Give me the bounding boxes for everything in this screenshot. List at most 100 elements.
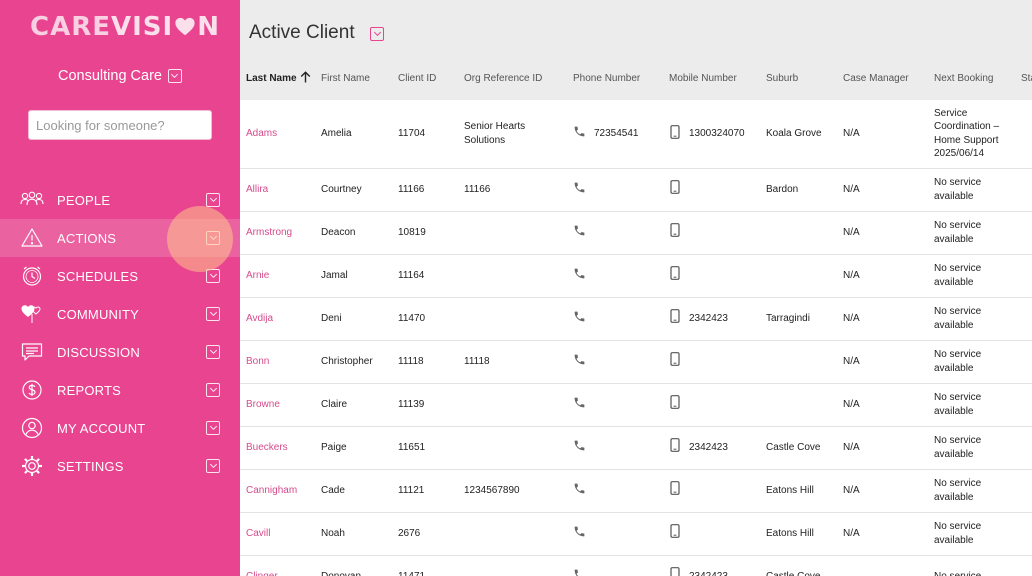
client-org-ref: Senior Hearts Solutions <box>458 100 567 169</box>
column-header-suburb[interactable]: Suburb <box>760 57 837 100</box>
column-header-last-name[interactable]: Last Name <box>240 57 315 100</box>
column-header-mobile[interactable]: Mobile Number <box>663 57 760 100</box>
table-row[interactable]: Armstrong Deacon 10819 N/A No service av… <box>240 211 1032 255</box>
client-status <box>1015 297 1032 341</box>
mobile-phone-icon[interactable] <box>669 352 681 371</box>
client-status <box>1015 211 1032 255</box>
menu-item-settings[interactable]: SETTINGS <box>0 447 240 485</box>
mobile-number-text: 1300324070 <box>689 128 745 139</box>
phone-icon[interactable] <box>573 525 586 543</box>
menu-item-discussion[interactable]: DISCUSSION <box>0 333 240 371</box>
column-header-phone[interactable]: Phone Number <box>567 57 663 100</box>
client-last-name-link[interactable]: Browne <box>240 383 315 427</box>
client-last-name-link[interactable]: Cannigham <box>240 469 315 513</box>
table-row[interactable]: Arnie Jamal 11164 N/A No service availab… <box>240 254 1032 298</box>
column-header-client-id[interactable]: Client ID <box>392 57 458 100</box>
client-last-name-link[interactable]: Cavill <box>240 512 315 556</box>
chevron-down-icon[interactable] <box>206 231 220 245</box>
client-case-manager: N/A <box>837 469 928 513</box>
search-input[interactable] <box>28 110 212 140</box>
menu-item-my-account[interactable]: MY ACCOUNT <box>0 409 240 447</box>
table-row[interactable]: Clinger Donovan 11471 2342423 Castle Cov… <box>240 555 1032 576</box>
chevron-down-icon[interactable] <box>206 459 220 473</box>
carevision-logo[interactable]: CAREVISI N <box>30 12 220 42</box>
menu-item-community[interactable]: COMMUNITY <box>0 295 240 333</box>
menu-item-reports[interactable]: REPORTS <box>0 371 240 409</box>
table-row[interactable]: Cavill Noah 2676 Eatons Hill N/A No serv… <box>240 512 1032 556</box>
chevron-down-icon[interactable] <box>206 193 220 207</box>
phone-icon[interactable] <box>573 353 586 371</box>
table-row[interactable]: Adams Amelia 11704 Senior Hearts Solutio… <box>240 100 1032 169</box>
table-row[interactable]: Bueckers Paige 11651 2342423 Castle Cove… <box>240 426 1032 470</box>
mobile-phone-icon[interactable] <box>669 524 681 543</box>
client-last-name-link[interactable]: Avdija <box>240 297 315 341</box>
client-org-ref <box>458 383 567 427</box>
client-id: 11470 <box>392 297 458 341</box>
client-id: 11166 <box>392 168 458 212</box>
client-last-name-link[interactable]: Arnie <box>240 254 315 298</box>
mobile-phone-icon[interactable] <box>669 266 681 285</box>
column-header-status[interactable]: Sta <box>1015 57 1032 100</box>
phone-icon[interactable] <box>573 482 586 500</box>
mobile-phone-icon[interactable] <box>669 438 681 457</box>
client-last-name-link[interactable]: Armstrong <box>240 211 315 255</box>
menu-item-schedules[interactable]: SCHEDULES <box>0 257 240 295</box>
phone-icon[interactable] <box>573 396 586 414</box>
column-header-case-manager[interactable]: Case Manager <box>837 57 928 100</box>
menu-label-settings: SETTINGS <box>57 458 124 474</box>
column-header-org-ref[interactable]: Org Reference ID <box>458 57 567 100</box>
mobile-phone-icon[interactable] <box>669 223 681 242</box>
chevron-down-icon[interactable] <box>206 421 220 435</box>
gear-icon <box>20 454 44 478</box>
mobile-phone-icon[interactable] <box>669 309 681 328</box>
phone-icon[interactable] <box>573 224 586 242</box>
client-id: 11121 <box>392 469 458 513</box>
phone-icon[interactable] <box>573 267 586 285</box>
column-header-first-name[interactable]: First Name <box>315 57 392 100</box>
client-case-manager: N/A <box>837 512 928 556</box>
phone-icon[interactable] <box>573 439 586 457</box>
table-row[interactable]: Bonn Christopher 11118 11118 N/A No serv… <box>240 340 1032 384</box>
chevron-down-icon[interactable] <box>206 307 220 321</box>
client-id: 11651 <box>392 426 458 470</box>
hearts-icon <box>20 302 44 326</box>
phone-icon[interactable] <box>573 181 586 199</box>
chevron-down-icon[interactable] <box>167 69 182 84</box>
table-row[interactable]: Avdija Deni 11470 2342423 Tarragindi N/A… <box>240 297 1032 341</box>
client-mobile <box>663 512 760 556</box>
mobile-phone-icon[interactable] <box>669 180 681 199</box>
client-last-name-link[interactable]: Allira <box>240 168 315 212</box>
client-mobile <box>663 168 760 212</box>
page-title: Active Client <box>249 22 355 43</box>
chevron-down-icon[interactable] <box>206 345 220 359</box>
table-row[interactable]: Allira Courtney 11166 11166 Bardon N/A N… <box>240 168 1032 212</box>
mobile-phone-icon[interactable] <box>669 124 681 144</box>
mobile-phone-icon[interactable] <box>669 395 681 414</box>
menu-item-actions[interactable]: ACTIONS <box>0 219 240 257</box>
chevron-down-icon[interactable] <box>370 27 384 41</box>
phone-icon[interactable] <box>573 125 586 143</box>
client-org-ref: 11118 <box>458 340 567 384</box>
mobile-phone-icon[interactable] <box>669 567 681 576</box>
phone-icon[interactable] <box>573 310 586 328</box>
menu-item-people[interactable]: PEOPLE <box>0 181 240 219</box>
client-last-name-link[interactable]: Clinger <box>240 555 315 576</box>
client-mobile: 2342423 <box>663 297 760 341</box>
table-row[interactable]: Browne Claire 11139 N/A No service avail… <box>240 383 1032 427</box>
table-row[interactable]: Cannigham Cade 11121 1234567890 Eatons H… <box>240 469 1032 513</box>
client-suburb: Tarragindi <box>760 297 837 341</box>
org-selector[interactable]: Consulting Care <box>0 68 240 84</box>
phone-icon[interactable] <box>573 568 586 576</box>
mobile-phone-icon[interactable] <box>669 481 681 500</box>
client-last-name-link[interactable]: Adams <box>240 100 315 169</box>
client-case-manager: N/A <box>837 340 928 384</box>
chevron-down-icon[interactable] <box>206 383 220 397</box>
client-status <box>1015 168 1032 212</box>
column-header-next-booking[interactable]: Next Booking <box>928 57 1015 100</box>
client-phone <box>567 168 663 212</box>
client-last-name-link[interactable]: Bonn <box>240 340 315 384</box>
chevron-down-icon[interactable] <box>206 269 220 283</box>
client-last-name-link[interactable]: Bueckers <box>240 426 315 470</box>
sort-ascending-icon[interactable] <box>300 71 311 86</box>
menu-label-actions: ACTIONS <box>57 230 117 246</box>
